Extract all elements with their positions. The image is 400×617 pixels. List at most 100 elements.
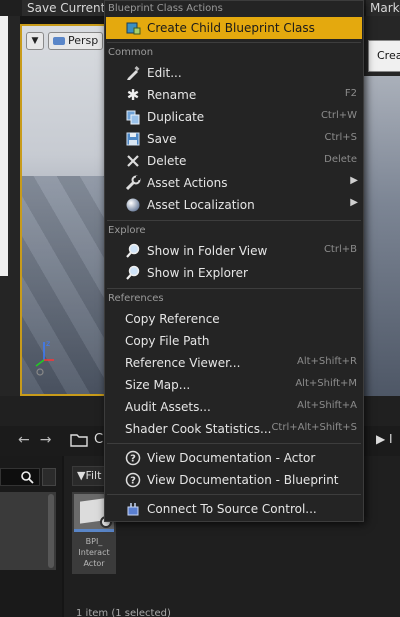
asset-localization-item[interactable]: Asset Localization ▶ xyxy=(106,194,362,216)
items-count: 1 item (1 selected) xyxy=(76,608,171,617)
right-viewport-floor xyxy=(362,76,400,396)
shortcut-label: Alt+Shift+M xyxy=(295,378,357,389)
perspective-button[interactable]: Persp xyxy=(48,32,104,50)
menu-title: Blueprint Class Actions xyxy=(108,3,223,14)
marketplace-button[interactable]: Marke xyxy=(366,0,400,16)
duplicate-item[interactable]: Duplicate Ctrl+W xyxy=(106,106,362,128)
sources-panel xyxy=(0,456,62,617)
save-item[interactable]: Save Ctrl+S xyxy=(106,128,362,150)
shortcut-label: Ctrl+B xyxy=(323,244,357,255)
menu-item-label: Rename xyxy=(147,88,197,102)
menu-item-label: View Documentation - Actor xyxy=(147,451,316,465)
menu-separator xyxy=(107,220,361,221)
view-options-button[interactable] xyxy=(42,468,56,486)
create-button[interactable]: Crea xyxy=(368,40,400,72)
svg-text:?: ? xyxy=(130,476,136,487)
show-in-folder-view-item[interactable]: Show in Folder View Ctrl+B xyxy=(106,240,362,262)
menu-separator xyxy=(107,288,361,289)
left-panel xyxy=(0,16,20,396)
menu-separator xyxy=(107,494,361,495)
menu-item-label: Size Map... xyxy=(125,378,191,392)
menu-item-label: Asset Localization xyxy=(147,198,255,212)
left-panel-list xyxy=(0,16,8,276)
shortcut-label: Alt+Shift+R xyxy=(297,356,357,367)
section-explore: Explore xyxy=(108,225,146,236)
menu-item-label: Connect To Source Control... xyxy=(147,502,317,516)
menu-item-label: Save xyxy=(147,132,177,146)
level-viewport[interactable]: ▼ Persp z xyxy=(20,24,108,396)
breadcrumb-item[interactable]: C xyxy=(94,432,103,447)
shortcut-label: Ctrl+Alt+Shift+S xyxy=(271,422,357,433)
menu-item-label: Shader Cook Statistics... xyxy=(125,422,272,436)
menu-item-label: Show in Folder View xyxy=(147,244,268,258)
back-arrow-icon[interactable]: ← xyxy=(18,432,30,448)
duplicate-icon xyxy=(125,109,141,125)
shortcut-label: Ctrl+S xyxy=(324,132,357,143)
folder-icon[interactable] xyxy=(70,431,88,449)
asterisk-icon: ✱ xyxy=(126,86,140,104)
shader-cook-statistics-item[interactable]: Shader Cook Statistics... Ctrl+Alt+Shift… xyxy=(106,418,362,440)
show-in-explorer-item[interactable]: Show in Explorer xyxy=(106,262,362,284)
magnifier-icon xyxy=(125,243,141,259)
connect-source-control-item[interactable]: Connect To Source Control... xyxy=(106,498,362,520)
viewport-toolbar: ▼ Persp xyxy=(26,32,104,50)
svg-text:z: z xyxy=(46,339,50,348)
menu-item-label: Copy Reference xyxy=(125,312,220,326)
shortcut-label: Alt+Shift+A xyxy=(297,400,357,411)
menu-item-label: Delete xyxy=(147,154,187,168)
camera-icon xyxy=(53,37,65,45)
menu-item-label: Copy File Path xyxy=(125,334,210,348)
breadcrumb-next-label: I xyxy=(389,432,393,446)
shortcut-label: F2 xyxy=(344,88,357,99)
rename-item[interactable]: ✱ Rename F2 xyxy=(106,84,362,106)
reference-viewer-item[interactable]: Reference Viewer... Alt+Shift+R xyxy=(106,352,362,374)
audit-assets-item[interactable]: Audit Assets... Alt+Shift+A xyxy=(106,396,362,418)
create-child-blueprint-item[interactable]: Create Child Blueprint Class xyxy=(106,17,362,39)
submenu-arrow-icon: ▶ xyxy=(350,175,358,186)
sources-scrollbar[interactable] xyxy=(48,494,54,568)
help-icon: ? xyxy=(125,450,141,466)
context-menu: Blueprint Class Actions Create Child Blu… xyxy=(104,0,364,522)
viewport-options-dropdown[interactable]: ▼ xyxy=(26,32,44,50)
save-current-button[interactable]: Save Current xyxy=(22,0,111,16)
menu-item-label: Audit Assets... xyxy=(125,400,211,414)
x-icon xyxy=(125,153,141,169)
pencil-icon xyxy=(125,65,141,81)
size-map-item[interactable]: Size Map... Alt+Shift+M xyxy=(106,374,362,396)
shortcut-label: Delete xyxy=(324,154,357,165)
svg-text:?: ? xyxy=(130,454,136,465)
copy-file-path-item[interactable]: Copy File Path xyxy=(106,330,362,352)
menu-item-label: View Documentation - Blueprint xyxy=(147,473,339,487)
filters-label: Filt xyxy=(85,469,102,482)
delete-item[interactable]: Delete Delete xyxy=(106,150,362,172)
view-doc-actor-item[interactable]: ? View Documentation - Actor xyxy=(106,447,362,469)
magnifier-icon xyxy=(125,265,141,281)
copy-reference-item[interactable]: Copy Reference xyxy=(106,308,362,330)
menu-item-label: Edit... xyxy=(147,66,182,80)
submenu-arrow-icon: ▶ xyxy=(350,197,358,208)
history-arrows: ← → xyxy=(18,432,51,448)
source-control-icon xyxy=(125,501,141,517)
menu-item-label: Duplicate xyxy=(147,110,205,124)
menu-item-label: Asset Actions xyxy=(147,176,228,190)
floppy-icon xyxy=(125,131,141,147)
axis-gizmo-icon: z xyxy=(35,339,54,376)
edit-item[interactable]: Edit... xyxy=(106,62,362,84)
help-icon: ? xyxy=(125,472,141,488)
asset-name-line: Interact xyxy=(78,548,110,557)
right-panel: Crea xyxy=(362,16,400,396)
perspective-label: Persp xyxy=(68,34,99,47)
forward-arrow-icon[interactable]: → xyxy=(40,432,52,448)
breadcrumb-next[interactable]: ▶ I xyxy=(376,432,393,446)
view-doc-blueprint-item[interactable]: ? View Documentation - Blueprint xyxy=(106,469,362,491)
search-icon xyxy=(21,471,34,484)
menu-separator xyxy=(107,443,361,444)
asset-name: BPI_ Interact Actor xyxy=(72,536,116,569)
asset-name-line: BPI_ xyxy=(85,537,103,546)
asset-actions-item[interactable]: Asset Actions ▶ xyxy=(106,172,362,194)
menu-item-label: Create Child Blueprint Class xyxy=(147,21,315,35)
menu-separator xyxy=(107,42,361,43)
section-common: Common xyxy=(108,47,154,58)
menu-item-label: Reference Viewer... xyxy=(125,356,241,370)
section-references: References xyxy=(108,293,164,304)
